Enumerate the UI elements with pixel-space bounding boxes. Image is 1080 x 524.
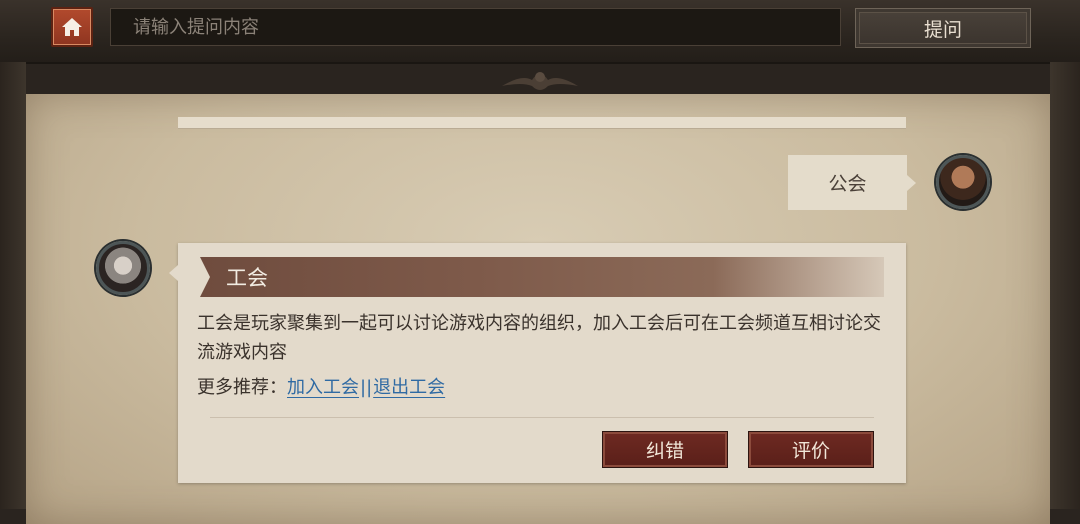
user-message-text: 公会 — [828, 173, 867, 195]
correct-button[interactable]: 纠错 — [602, 431, 728, 468]
left-frame — [0, 62, 26, 509]
link-separator: || — [360, 377, 373, 398]
answer-title-banner: 工会 — [200, 257, 884, 297]
home-icon — [62, 18, 82, 36]
rate-button[interactable]: 评价 — [748, 431, 874, 468]
assistant-avatar — [96, 241, 150, 295]
ask-button[interactable]: 提问 — [855, 8, 1031, 48]
more-label: 更多推荐： — [197, 377, 287, 398]
divider — [210, 417, 874, 418]
banner-notch — [200, 257, 210, 297]
answer-body: 工会是玩家聚集到一起可以讨论游戏内容的组织，加入工会后可在工会频道互相讨论交流游… — [197, 313, 881, 363]
panel-header-strip — [178, 117, 906, 129]
answer-title: 工会 — [226, 266, 268, 290]
user-message-bubble: 公会 — [788, 155, 916, 210]
join-guild-link[interactable]: 加入工会 — [287, 377, 359, 398]
more-recommendations: 更多推荐：加入工会||退出工会 — [197, 373, 445, 402]
ornament-icon — [502, 72, 578, 90]
leave-guild-link[interactable]: 退出工会 — [373, 377, 445, 398]
user-avatar — [936, 155, 990, 209]
search-input[interactable] — [110, 8, 841, 46]
answer-card: 工会 工会是玩家聚集到一起可以讨论游戏内容的组织，加入工会后可在工会频道互相讨论… — [169, 243, 906, 483]
right-frame — [1050, 62, 1080, 509]
top-bar: 提问 — [0, 0, 1080, 64]
home-button[interactable] — [51, 7, 93, 47]
